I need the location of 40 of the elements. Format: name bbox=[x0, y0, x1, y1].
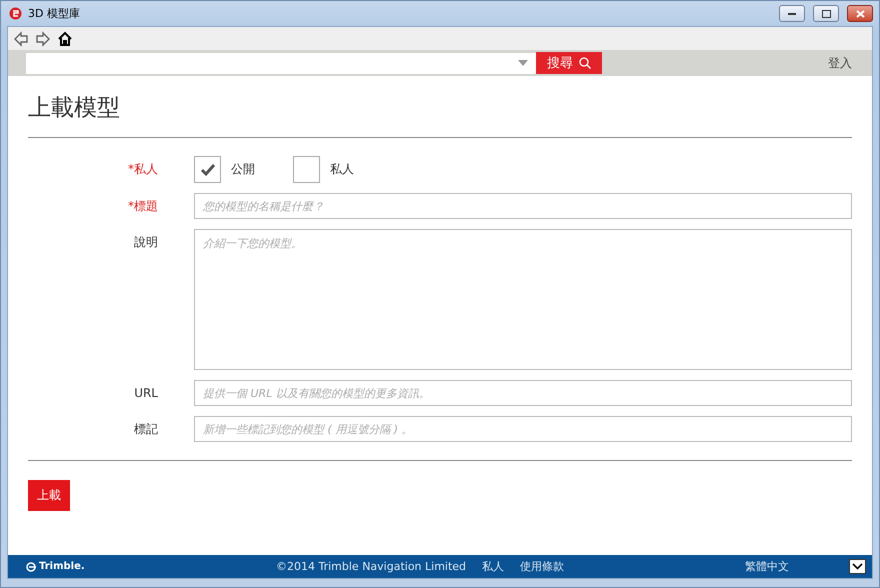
page-title: 上載模型 bbox=[28, 94, 121, 123]
search-field[interactable] bbox=[26, 52, 536, 74]
option-label: 公開 bbox=[231, 161, 255, 178]
field-label: 說明 bbox=[134, 234, 158, 251]
close-button[interactable] bbox=[847, 5, 873, 22]
language-dropdown[interactable] bbox=[849, 559, 866, 574]
copyright-text: ©2014 Trimble Navigation Limited bbox=[276, 560, 466, 573]
login-link[interactable]: 登入 bbox=[828, 54, 852, 72]
description-field[interactable]: 介紹一下您的模型。 bbox=[194, 229, 852, 370]
footer-link[interactable]: 使用條款 bbox=[520, 559, 564, 574]
logo-icon bbox=[26, 562, 37, 572]
field-label: URL bbox=[134, 385, 158, 402]
option-label: 私人 bbox=[330, 161, 354, 178]
search-icon bbox=[579, 57, 591, 69]
maximize-icon bbox=[822, 10, 830, 18]
input-field[interactable]: 您的模型的名稱是什麼？ bbox=[194, 193, 852, 219]
field-label: *標題 bbox=[128, 198, 158, 215]
caret-icon bbox=[852, 563, 863, 570]
dropdown-icon bbox=[518, 60, 528, 66]
back-button[interactable] bbox=[12, 30, 30, 48]
upload-button[interactable]: 上載 bbox=[28, 480, 70, 511]
home-button[interactable] bbox=[56, 30, 74, 48]
checkmark-icon bbox=[200, 162, 216, 176]
field-label: *私人 bbox=[128, 161, 158, 178]
maximize-button[interactable] bbox=[813, 5, 839, 22]
checkbox[interactable] bbox=[293, 156, 320, 183]
input-field[interactable]: 提供一個 URL 以及有關您的模型的更多資訊。 bbox=[194, 380, 852, 406]
close-icon bbox=[856, 10, 864, 18]
checkbox[interactable] bbox=[194, 156, 221, 183]
input-field[interactable]: 新增一些標記到您的模型 ( 用逗號分隔 ) 。 bbox=[194, 416, 852, 442]
window-title: 3D 模型庫 bbox=[28, 6, 81, 21]
field-label: 標記 bbox=[134, 421, 158, 438]
language-label: 繁體中文 bbox=[745, 559, 789, 574]
search-button[interactable]: 搜尋 bbox=[536, 52, 602, 74]
logo-text: Trimble. bbox=[39, 561, 85, 572]
forward-button[interactable] bbox=[34, 30, 52, 48]
minimize-button[interactable] bbox=[779, 5, 805, 22]
app-logo-icon bbox=[9, 7, 22, 20]
footer-link[interactable]: 私人 bbox=[482, 559, 504, 574]
minimize-icon bbox=[788, 12, 796, 15]
